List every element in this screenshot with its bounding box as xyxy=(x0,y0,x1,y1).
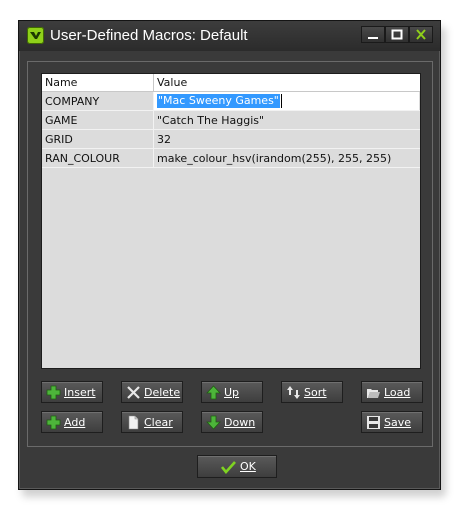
add-button[interactable]: Add xyxy=(41,411,103,433)
macro-value-cell[interactable]: 32 xyxy=(157,133,171,146)
delete-button[interactable]: Delete xyxy=(121,381,183,403)
ok-button[interactable]: OK xyxy=(197,455,277,478)
up-label: Up xyxy=(224,386,240,399)
checkmark-icon xyxy=(221,461,236,474)
down-button[interactable]: Down xyxy=(201,411,263,433)
add-label: Add xyxy=(64,416,86,429)
selected-value-text: "Mac Sweeny Games" xyxy=(157,94,280,108)
column-header-value[interactable]: Value xyxy=(157,76,187,89)
sort-button[interactable]: Sort xyxy=(281,381,343,403)
plus-icon xyxy=(46,385,61,400)
cross-icon xyxy=(127,386,140,399)
load-label: Load xyxy=(384,386,411,399)
ok-label: OK xyxy=(240,460,256,473)
column-divider[interactable] xyxy=(153,74,154,92)
maximize-button[interactable] xyxy=(385,26,409,43)
insert-button[interactable]: Insert xyxy=(41,381,103,403)
text-caret xyxy=(281,94,282,108)
table-row[interactable]: GAME "Catch The Haggis" xyxy=(42,111,420,130)
arrow-up-icon xyxy=(206,385,221,400)
delete-label: Delete xyxy=(144,386,181,399)
clear-button[interactable]: Clear xyxy=(121,411,183,433)
macro-name-cell[interactable]: RAN_COLOUR xyxy=(45,152,120,165)
macro-name-cell[interactable]: GRID xyxy=(45,133,73,146)
table-row[interactable]: GRID 32 xyxy=(42,130,420,149)
sort-icon xyxy=(287,386,300,399)
sort-label: Sort xyxy=(304,386,327,399)
plus-icon xyxy=(46,415,61,430)
table-row[interactable]: COMPANY "Mac Sweeny Games" xyxy=(42,92,420,111)
close-button[interactable] xyxy=(409,26,433,43)
down-label: Down xyxy=(224,416,256,429)
gamemaker-logo-icon xyxy=(27,27,44,44)
table-row[interactable]: RAN_COLOUR make_colour_hsv(irandom(255),… xyxy=(42,149,420,168)
up-button[interactable]: Up xyxy=(201,381,263,403)
macro-value-cell[interactable]: "Catch The Haggis" xyxy=(157,114,264,127)
content-panel: Name Value COMPANY "Mac Sweeny Games" GA… xyxy=(27,61,433,447)
arrow-down-icon xyxy=(206,415,221,430)
folder-open-icon xyxy=(367,389,380,398)
macro-name-cell[interactable]: COMPANY xyxy=(45,95,99,108)
window-title: User-Defined Macros: Default xyxy=(50,27,248,44)
minimize-button[interactable] xyxy=(361,26,385,43)
macro-value-cell[interactable]: make_colour_hsv(irandom(255), 255, 255) xyxy=(157,152,391,165)
macro-name-cell[interactable]: GAME xyxy=(45,114,78,127)
cell-divider xyxy=(153,149,154,168)
insert-label: Insert xyxy=(64,386,96,399)
floppy-disk-icon xyxy=(367,416,380,429)
column-header-name[interactable]: Name xyxy=(45,76,77,89)
value-edit-field[interactable]: "Mac Sweeny Games" xyxy=(154,92,419,110)
cell-divider xyxy=(153,111,154,130)
title-bar[interactable]: User-Defined Macros: Default xyxy=(19,21,440,51)
save-label: Save xyxy=(384,416,412,429)
clear-label: Clear xyxy=(144,416,173,429)
cell-divider xyxy=(153,130,154,149)
blank-page-icon xyxy=(128,415,139,430)
macros-table[interactable]: Name Value COMPANY "Mac Sweeny Games" GA… xyxy=(41,73,421,369)
window-controls xyxy=(361,26,433,43)
save-button[interactable]: Save xyxy=(361,411,423,433)
table-header: Name Value xyxy=(42,74,420,92)
load-button[interactable]: Load xyxy=(361,381,423,403)
macros-dialog: User-Defined Macros: Default Name Value … xyxy=(18,20,441,490)
